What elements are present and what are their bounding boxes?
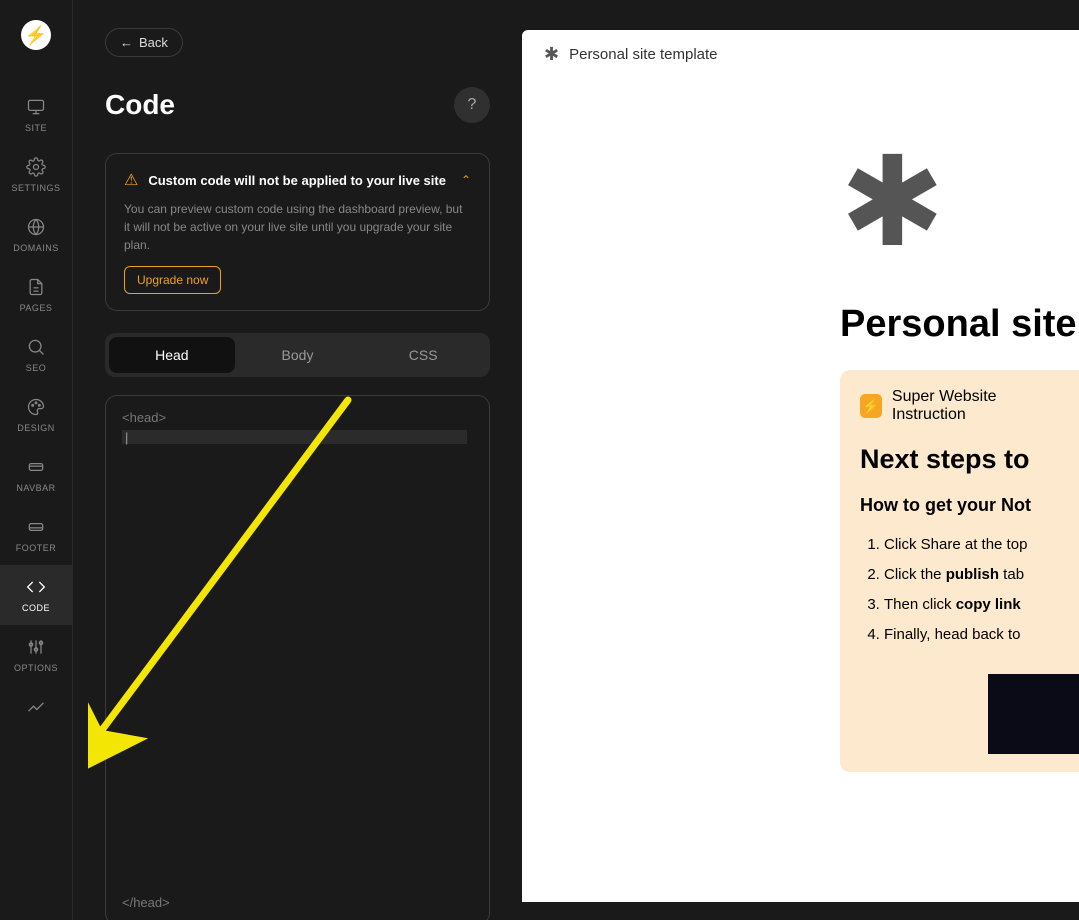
tab-body[interactable]: Body [235,337,361,373]
sidebar-label: SEO [26,363,47,373]
step-item: Finally, head back to [884,620,1059,650]
palette-icon [26,397,46,417]
notice-body: You can preview custom code using the da… [124,200,471,254]
sidebar-label: DESIGN [17,423,55,433]
sidebar-item-navbar[interactable]: NAVBAR [0,445,72,505]
search-icon [26,337,46,357]
gear-icon [26,157,46,177]
preview-page-title: Personal site template [569,46,717,63]
sidebar-item-settings[interactable]: SETTINGS [0,145,72,205]
step-item: Then click copy link [884,590,1059,620]
sidebar-label: PAGES [20,303,53,313]
sidebar-label: FOOTER [16,543,57,553]
next-steps-heading: Next steps to [860,444,1059,475]
chart-icon [26,697,46,717]
monitor-icon [26,97,46,117]
editor-cursor: | [125,430,128,445]
sidebar: ⚡ SITE SETTINGS DOMAINS PAGES SEO DESIGN… [0,0,73,920]
sidebar-label: CODE [22,603,50,613]
chevron-up-icon[interactable]: ⌃ [461,173,471,187]
back-button[interactable]: ← Back [105,28,183,57]
instructions-callout: ⚡ Super Website Instruction Next steps t… [840,370,1079,772]
footer-icon [26,517,46,537]
sidebar-item-options[interactable]: OPTIONS [0,625,72,685]
upgrade-notice: ⚠ Custom code will not be applied to you… [105,153,490,311]
sidebar-item-analytics[interactable] [0,685,72,717]
sidebar-label: SITE [25,123,47,133]
embedded-media-placeholder [988,674,1079,754]
tab-css[interactable]: CSS [360,337,486,373]
sidebar-label: NAVBAR [16,483,55,493]
sidebar-label: SETTINGS [11,183,60,193]
hero-heading: Personal site [840,303,1079,346]
arrow-left-icon: ← [120,35,133,50]
hero-asterisk-icon: ✱ [840,140,1079,265]
how-heading: How to get your Not [860,495,1059,516]
settings-panel: ← Back Code ? ⚠ Custom code will not be … [73,0,522,920]
upgrade-button[interactable]: Upgrade now [124,266,221,294]
sidebar-label: DOMAINS [13,243,59,253]
tab-head[interactable]: Head [109,337,235,373]
sidebar-item-code[interactable]: CODE [0,565,72,625]
globe-icon [26,217,46,237]
code-tabs: Head Body CSS [105,333,490,377]
sidebar-item-footer[interactable]: FOOTER [0,505,72,565]
navbar-icon [26,457,46,477]
code-close-tag: </head> [122,895,170,910]
sliders-icon [26,637,46,657]
sidebar-label: OPTIONS [14,663,58,673]
question-icon: ? [468,96,477,114]
asterisk-icon: ✱ [544,44,559,65]
bolt-icon: ⚡ [860,394,882,418]
code-editor[interactable]: <head> | </head> [105,395,490,920]
sidebar-item-design[interactable]: DESIGN [0,385,72,445]
notice-title: Custom code will not be applied to your … [148,173,451,188]
warning-icon: ⚠ [124,170,138,190]
file-icon [26,277,46,297]
callout-label: Super Website Instruction [892,388,1059,424]
sidebar-item-seo[interactable]: SEO [0,325,72,385]
preview-breadcrumb[interactable]: ✱ Personal site template [522,30,1079,80]
step-item: Click the publish tab [884,560,1059,590]
sidebar-item-domains[interactable]: DOMAINS [0,205,72,265]
app-logo[interactable]: ⚡ [21,20,51,50]
editor-active-line [122,430,467,444]
help-button[interactable]: ? [454,87,490,123]
code-icon [26,577,46,597]
page-title: Code [105,89,175,121]
step-item: Click Share at the top [884,530,1059,560]
preview-pane: ✱ Personal site template ✱ Personal site… [522,30,1079,902]
code-open-tag: <head> [122,410,473,425]
back-label: Back [139,35,168,50]
sidebar-item-site[interactable]: SITE [0,85,72,145]
sidebar-item-pages[interactable]: PAGES [0,265,72,325]
